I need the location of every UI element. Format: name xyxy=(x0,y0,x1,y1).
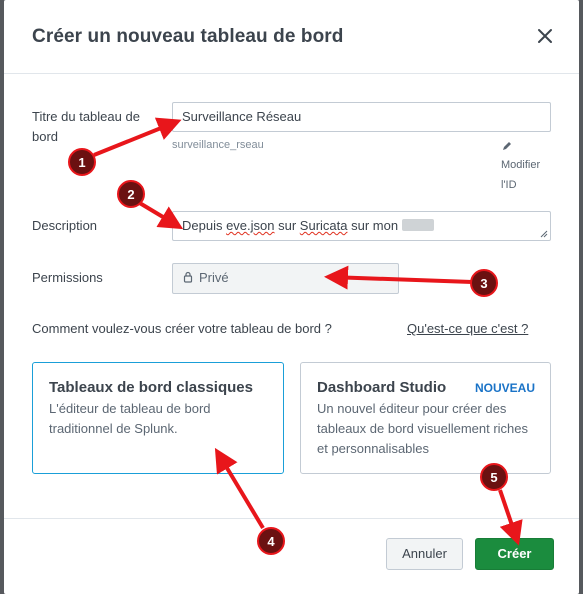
close-icon[interactable] xyxy=(533,24,557,48)
modify-id-line2: l'ID xyxy=(501,179,517,191)
dashboard-studio-option[interactable]: Dashboard Studio NOUVEAU Un nouvel édite… xyxy=(300,362,551,474)
backdrop-right xyxy=(579,0,583,594)
description-misspelled-2: Suricata xyxy=(299,218,348,233)
permissions-select[interactable]: Privé xyxy=(172,263,399,294)
create-dashboard-dialog: Créer un nouveau tableau de bord Titre d… xyxy=(4,0,579,594)
dashboard-id: surveillance_rseau xyxy=(172,139,264,151)
classic-dashboards-option[interactable]: Tableaux de bord classiques L'éditeur de… xyxy=(32,362,284,474)
dialog-title: Créer un nouveau tableau de bord xyxy=(32,26,344,47)
new-badge: NOUVEAU xyxy=(474,381,535,395)
classic-option-description: L'éditeur de tableau de bord traditionne… xyxy=(49,401,211,436)
dialog-header: Créer un nouveau tableau de bord xyxy=(4,0,579,74)
title-label: Titre du tableau de bord xyxy=(32,107,140,147)
description-label: Description xyxy=(32,218,98,233)
description-text-3: sur mon xyxy=(347,218,399,233)
title-input-value: Surveillance Réseau xyxy=(182,109,302,124)
creation-question: Comment voulez-vous créer votre tableau … xyxy=(32,321,332,336)
studio-option-title: Dashboard Studio xyxy=(317,379,447,396)
title-label-line1: Titre du tableau de xyxy=(32,109,140,124)
help-link[interactable]: Qu'est-ce que c'est ? xyxy=(407,321,528,336)
pencil-icon[interactable] xyxy=(502,141,512,151)
studio-option-description: Un nouvel éditeur pour créer des tableau… xyxy=(317,401,529,456)
permissions-value: Privé xyxy=(199,270,229,285)
lock-icon xyxy=(183,271,193,283)
create-button[interactable]: Créer xyxy=(475,538,554,570)
description-text-2: sur xyxy=(274,218,300,233)
modify-id-link[interactable]: Modifier l'ID xyxy=(501,155,540,195)
title-label-line2: bord xyxy=(32,129,59,144)
description-misspelled-1: eve.json xyxy=(226,218,275,233)
resize-handle-icon[interactable] xyxy=(540,230,548,238)
description-text-1: Depuis xyxy=(182,218,227,233)
redacted-text xyxy=(402,219,435,231)
modify-id-line1: Modifier xyxy=(501,159,541,171)
title-input[interactable]: Surveillance Réseau xyxy=(172,102,551,132)
permissions-label: Permissions xyxy=(32,270,103,285)
cancel-button[interactable]: Annuler xyxy=(386,538,463,570)
classic-option-title: Tableaux de bord classiques xyxy=(49,379,253,396)
description-textarea[interactable]: Depuis eve.json sur Suricata sur mon xyxy=(172,211,551,241)
